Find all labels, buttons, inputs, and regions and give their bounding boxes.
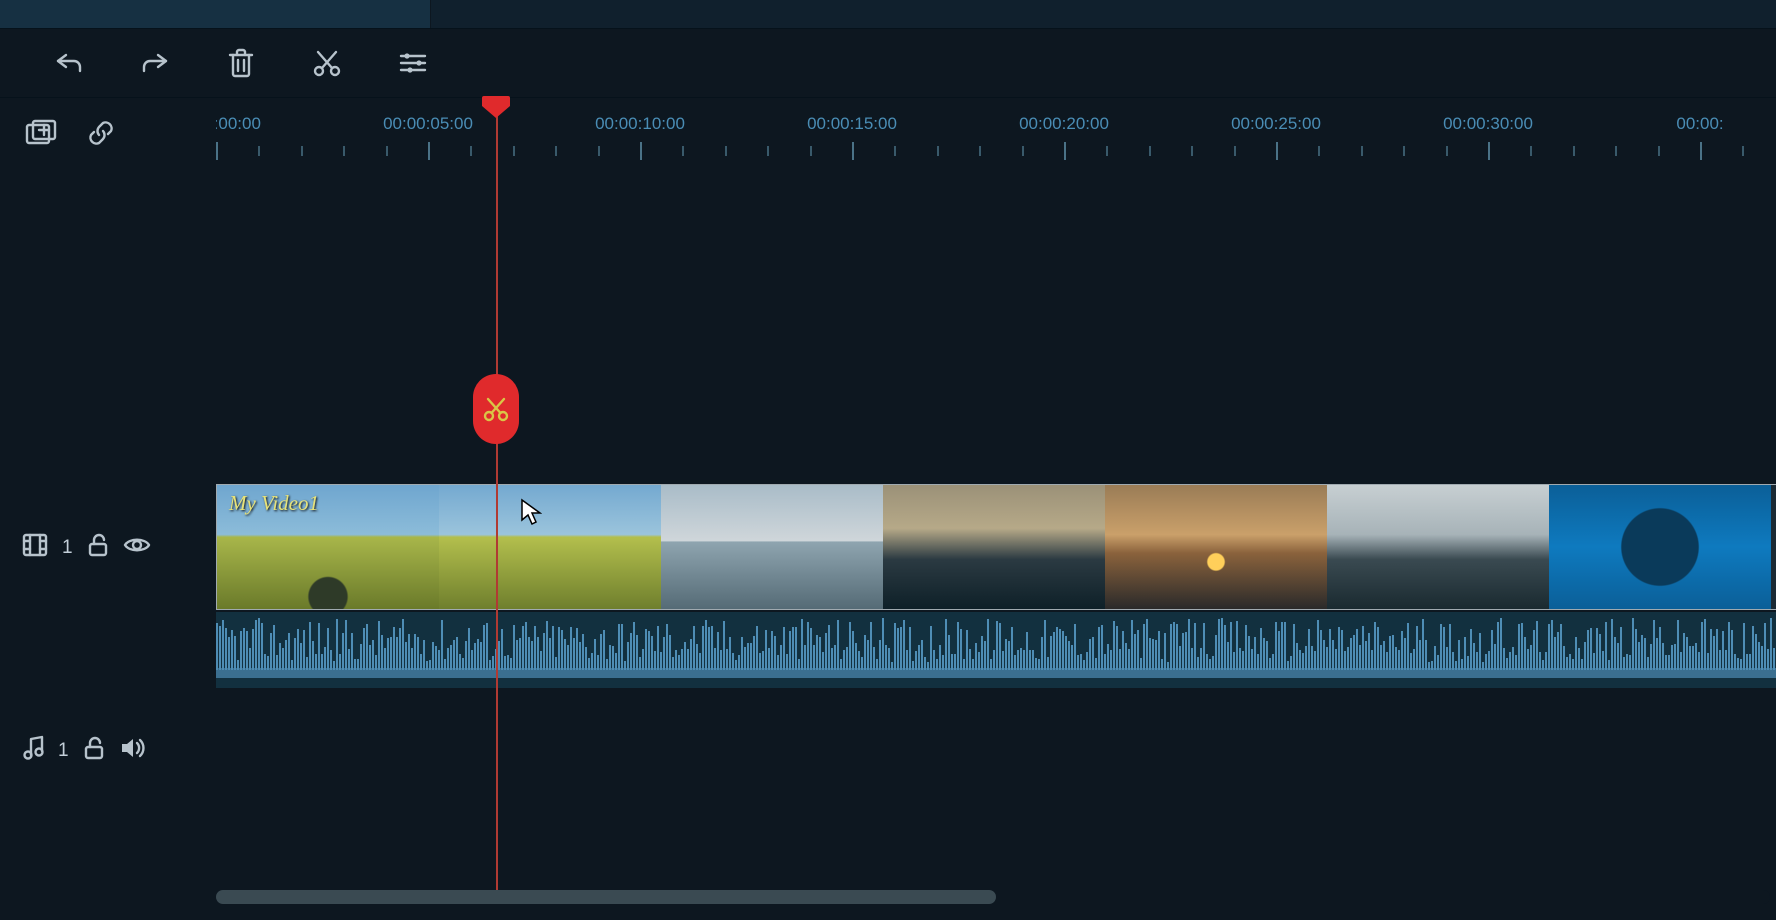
waveform	[216, 612, 1776, 688]
ruler-timecode: 00:00:05:00	[383, 114, 473, 134]
ruler-timecode: 00:00:00:00	[216, 114, 261, 134]
clip-thumbnail	[1549, 485, 1771, 609]
playhead-handle[interactable]	[482, 96, 510, 118]
clip-thumbnail	[883, 485, 1105, 609]
add-marker-button[interactable]	[24, 116, 58, 150]
music-track-header: 1	[0, 718, 216, 784]
video-track-header: 1	[0, 484, 216, 612]
video-track-row: 1 My Video1	[0, 484, 1776, 612]
track-gap	[0, 694, 1776, 718]
music-track-row: 1	[0, 718, 1776, 784]
ruler-timecode: 00:00:30:00	[1443, 114, 1533, 134]
link-button[interactable]	[84, 116, 118, 150]
adjust-button[interactable]	[396, 46, 430, 80]
scrollbar-thumb[interactable]	[216, 890, 996, 904]
time-ruler[interactable]: 00:00:00:00 00:00:05:00 00:00:10:00 00:00:1…	[216, 98, 1776, 184]
unlock-icon[interactable]	[87, 533, 109, 563]
ruler-timecode: 00:00:15:00	[807, 114, 897, 134]
redo-button[interactable]	[138, 46, 172, 80]
clip-name-label: My Video1	[229, 491, 319, 516]
clip-thumbnail	[661, 485, 883, 609]
undo-button[interactable]	[52, 46, 86, 80]
clip-thumbnail: My Video1	[217, 485, 439, 609]
ruler-timecode: 00:00:25:00	[1231, 114, 1321, 134]
clip-thumbnail	[1327, 485, 1549, 609]
film-icon	[22, 533, 48, 563]
active-tab[interactable]	[0, 0, 431, 28]
empty-track-space	[0, 182, 1776, 484]
eye-icon[interactable]	[123, 535, 151, 561]
tracks-area: 1 My Video1	[0, 182, 1776, 920]
video-track-content[interactable]: My Video1	[216, 484, 1776, 612]
music-track-number: 1	[58, 740, 69, 762]
speaker-icon[interactable]	[119, 736, 145, 766]
music-note-icon	[22, 735, 44, 767]
audio-waveform-clip[interactable]	[216, 612, 1776, 688]
clip-thumbnail	[439, 485, 661, 609]
horizontal-scrollbar[interactable]	[216, 890, 1770, 904]
timeline-toolbar	[0, 29, 1776, 98]
video-clip[interactable]: My Video1	[216, 484, 1776, 610]
video-editor-timeline: 00:00:00:0000:00:05:0000:00:10:0000:00:1…	[0, 0, 1776, 920]
split-button[interactable]	[310, 46, 344, 80]
ruler-timecode: 00:00:10:00	[595, 114, 685, 134]
unlock-icon[interactable]	[83, 736, 105, 766]
timeline-ruler-row: 00:00:00:00 00:00:05:00 00:00:10:00 00:00:1…	[0, 98, 1776, 184]
music-track-content[interactable]	[216, 718, 1776, 784]
ruler-timecode: 00:00:20:00	[1019, 114, 1109, 134]
split-marker-button[interactable]	[473, 374, 519, 444]
ruler-timecode: 00:00:	[1676, 114, 1723, 134]
top-tab-strip	[0, 0, 1776, 29]
clip-thumbnail	[1105, 485, 1327, 609]
video-track-number: 1	[62, 537, 73, 559]
video-audio-row	[0, 612, 1776, 694]
ruler-head-controls	[0, 98, 216, 184]
delete-button[interactable]	[224, 46, 258, 80]
